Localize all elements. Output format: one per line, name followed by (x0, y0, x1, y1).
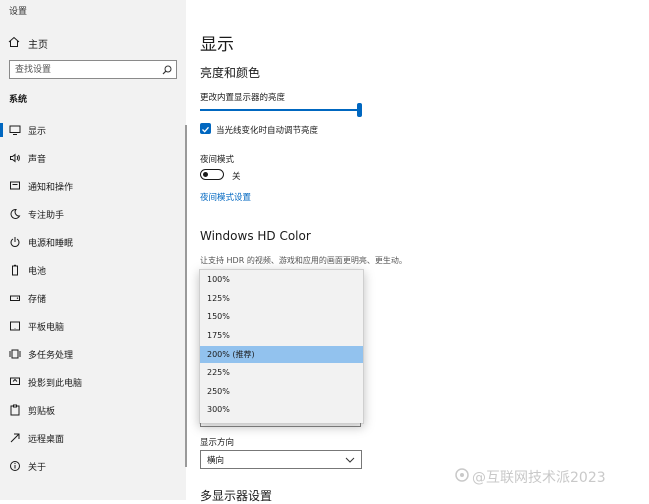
scale-option[interactable]: 225% (200, 364, 363, 381)
hdr-heading: Windows HD Color (200, 229, 311, 243)
orientation-value: 横向 (207, 455, 225, 466)
sidebar-item-label: 多任务处理 (28, 350, 74, 361)
sidebar-item-sound[interactable]: 声音 (0, 147, 186, 169)
monitor-icon (8, 123, 22, 137)
notification-icon (8, 179, 22, 193)
tablet-icon (8, 319, 22, 333)
sidebar-item-label: 通知和操作 (28, 182, 74, 193)
storage-icon (8, 291, 22, 305)
sidebar-item-label: 平板电脑 (28, 322, 65, 333)
sidebar-item-storage[interactable]: 存储 (0, 287, 186, 309)
search-box[interactable] (9, 60, 177, 79)
sidebar-item-multitasking[interactable]: 多任务处理 (0, 343, 186, 365)
scale-option[interactable]: 175% (200, 327, 363, 344)
sidebar-item-focus-assist[interactable]: 专注助手 (0, 203, 186, 225)
hdr-description: 让支持 HDR 的视频、游戏和应用的画面更明亮、更生动。 (200, 256, 407, 265)
auto-brightness-checkbox[interactable] (200, 123, 211, 134)
search-icon[interactable] (162, 60, 172, 79)
auto-brightness-label: 当光线变化时自动调节亮度 (216, 126, 319, 136)
scale-select-edge (200, 423, 361, 427)
sidebar: 设置 主页 系统 显示 声音 通知和操作 专注助手 电源和睡眠 电池 存储 (0, 0, 186, 500)
scale-option-selected[interactable]: 200% (推荐) (200, 346, 363, 363)
multitask-icon (8, 347, 22, 361)
scale-option[interactable]: 250% (200, 383, 363, 400)
chevron-down-icon (345, 457, 355, 463)
remote-desktop-icon (8, 431, 22, 445)
brightness-slider-thumb[interactable] (357, 103, 362, 117)
sidebar-item-clipboard[interactable]: 剪贴板 (0, 399, 186, 421)
sidebar-item-label: 关于 (28, 462, 47, 473)
scale-option[interactable]: 300% (200, 401, 363, 418)
scale-option[interactable]: 150% (200, 308, 363, 325)
sidebar-scrollbar[interactable] (185, 125, 187, 467)
sidebar-item-label: 存储 (28, 294, 47, 305)
battery-icon (8, 263, 22, 277)
sidebar-item-project[interactable]: 投影到此电脑 (0, 371, 186, 393)
night-mode-label: 夜间模式 (200, 155, 235, 165)
scale-option[interactable]: 125% (200, 290, 363, 307)
sidebar-item-label: 电源和睡眠 (28, 238, 74, 249)
sidebar-item-display[interactable]: 显示 (0, 119, 186, 141)
orientation-label: 显示方向 (200, 438, 235, 448)
sidebar-item-label: 投影到此电脑 (28, 378, 83, 389)
home-icon (8, 36, 20, 51)
sidebar-item-label: 电池 (28, 266, 47, 277)
brightness-label: 更改内置显示器的亮度 (200, 93, 286, 103)
moon-icon (8, 207, 22, 221)
watermark-text: @互联网技术派2023 (472, 470, 606, 486)
night-mode-toggle[interactable] (200, 169, 224, 180)
page-title: 显示 (200, 35, 234, 55)
sidebar-item-label: 专注助手 (28, 210, 65, 221)
section-title: 系统 (9, 95, 28, 105)
speaker-icon (8, 151, 22, 165)
sidebar-item-about[interactable]: 关于 (0, 455, 186, 477)
multi-display-heading: 多显示器设置 (200, 489, 273, 503)
sidebar-item-label: 声音 (28, 154, 47, 165)
search-input[interactable] (10, 63, 157, 76)
home-label: 主页 (28, 40, 48, 51)
night-mode-state: 关 (232, 172, 241, 182)
scale-dropdown-list[interactable]: 100% 125% 150% 175% 200% (推荐) 225% 250% … (199, 269, 364, 424)
sidebar-item-tablet[interactable]: 平板电脑 (0, 315, 186, 337)
info-icon (8, 459, 22, 473)
sidebar-item-label: 远程桌面 (28, 434, 65, 445)
brightness-heading: 亮度和颜色 (200, 66, 261, 80)
project-icon (8, 375, 22, 389)
window-title: 设置 (9, 7, 28, 17)
sidebar-item-battery[interactable]: 电池 (0, 259, 186, 281)
checkmark-icon (201, 119, 210, 138)
orientation-select[interactable]: 横向 (200, 450, 362, 469)
sidebar-item-label: 显示 (28, 126, 47, 137)
night-mode-settings-link[interactable]: 夜间模式设置 (200, 191, 251, 203)
home-button[interactable]: 主页 (8, 36, 48, 51)
sidebar-item-label: 剪贴板 (28, 406, 56, 417)
watermark: @互联网技术派2023 (455, 467, 606, 487)
brightness-slider-track[interactable] (200, 109, 360, 111)
sidebar-item-remote-desktop[interactable]: 远程桌面 (0, 427, 186, 449)
power-icon (8, 235, 22, 249)
sidebar-item-notifications[interactable]: 通知和操作 (0, 175, 186, 197)
scale-option[interactable]: 100% (200, 271, 363, 288)
sidebar-item-power-sleep[interactable]: 电源和睡眠 (0, 231, 186, 253)
clipboard-icon (8, 403, 22, 417)
watermark-logo-icon (455, 468, 469, 486)
